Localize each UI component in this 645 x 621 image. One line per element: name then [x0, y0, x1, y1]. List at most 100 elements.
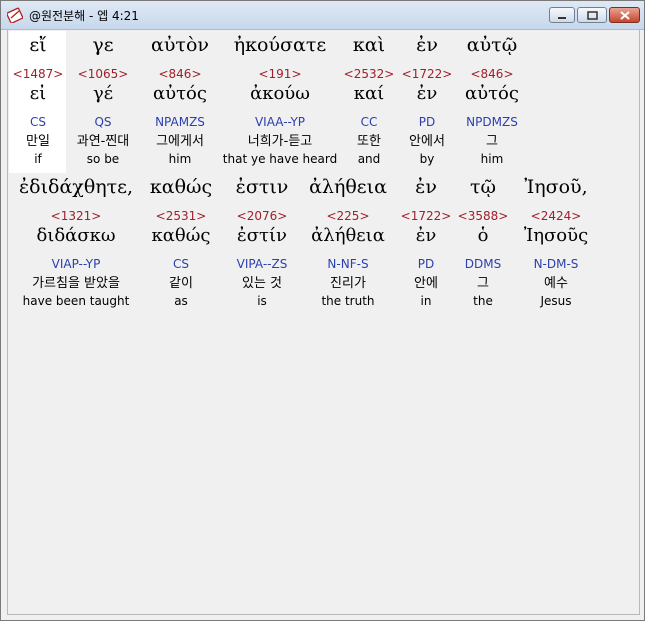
greek-word: ἐν: [415, 176, 437, 198]
lemma: ὁ: [477, 225, 489, 246]
strong-number: <2076>: [236, 209, 288, 223]
word-column[interactable]: ἐδιδάχθητε, <1321> διδάσκω VIAP--YP 가르침을…: [10, 178, 142, 309]
lemma: ἐν: [415, 225, 437, 246]
strong-number: <1487>: [12, 67, 64, 81]
lemma: καί: [353, 83, 385, 104]
title-bar[interactable]: @원전분해 - 엡 4:21: [1, 1, 644, 30]
parsing-code: VIAA--YP: [254, 115, 306, 129]
greek-word: τῷ: [469, 176, 496, 198]
greek-word: ἠκούσατε: [233, 34, 327, 56]
parsing-code: CS: [173, 257, 189, 271]
greek-word: αὐτῷ: [466, 34, 518, 56]
parsing-code: N-DM-S: [533, 257, 579, 271]
word-column[interactable]: καθώς <2531> καθώς CS 같이 as: [146, 178, 216, 309]
greek-word: ἐν: [416, 34, 438, 56]
parsing-code: NPAMZS: [155, 115, 205, 129]
greek-word: ἀλήθεια: [309, 176, 387, 198]
word-column[interactable]: ἐν <1722> ἐν PD 안에 in: [400, 178, 452, 309]
korean-gloss: 가르침을 받았을: [32, 276, 120, 291]
korean-gloss: 있는 것: [241, 276, 282, 291]
parsing-code: CC: [360, 115, 378, 129]
korean-gloss: 그: [486, 134, 498, 149]
maximize-button[interactable]: [577, 7, 607, 23]
english-gloss: have been taught: [22, 294, 130, 308]
word-column[interactable]: Ἰησοῦ, <2424> Ἰησοῦς N-DM-S 예수 Jesus: [516, 178, 596, 309]
window-title: @원전분해 - 엡 4:21: [29, 9, 139, 23]
word-column[interactable]: καὶ <2532> καί CC 또한 and: [342, 36, 396, 167]
greek-word: καθώς: [149, 176, 213, 198]
word-column[interactable]: τῷ <3588> ὁ DDMS 그 the: [456, 178, 510, 309]
english-gloss: and: [357, 152, 381, 166]
english-gloss: if: [34, 152, 42, 166]
english-gloss: that ye have heard: [222, 152, 338, 166]
strong-number: <846>: [470, 67, 514, 81]
english-gloss: by: [419, 152, 435, 166]
strong-number: <225>: [326, 209, 370, 223]
greek-word: ἐστιν: [235, 176, 289, 198]
strong-number: <191>: [258, 67, 302, 81]
parsing-code: PD: [418, 115, 436, 129]
strong-number: <1722>: [401, 67, 453, 81]
strong-number: <1321>: [50, 209, 102, 223]
korean-gloss: 진리가: [330, 276, 366, 291]
word-column[interactable]: ἐστιν <2076> ἐστίν VIPA--ZS 있는 것 is: [220, 178, 304, 309]
parsing-code: DDMS: [464, 257, 502, 271]
lemma: αὐτός: [465, 83, 519, 104]
parsing-code: VIAP--YP: [51, 257, 101, 271]
korean-gloss: 그에게서: [156, 134, 204, 149]
strong-number: <2531>: [155, 209, 207, 223]
greek-word: γε: [92, 34, 114, 56]
strong-number: <1722>: [400, 209, 452, 223]
lemma: Ἰησοῦς: [523, 225, 589, 246]
word-column[interactable]: αὐτὸν <846> αὐτός NPAMZS 그에게서 him: [142, 36, 218, 167]
korean-gloss: 안에서: [409, 134, 445, 149]
lemma: αὐτός: [153, 83, 207, 104]
maximize-icon: [587, 11, 598, 20]
korean-gloss: 안에: [414, 276, 438, 291]
lemma: γέ: [92, 83, 114, 104]
english-gloss: the truth: [321, 294, 375, 308]
lemma: καθώς: [151, 225, 211, 246]
lemma: ἐν: [416, 83, 438, 104]
korean-gloss: 그: [477, 276, 489, 291]
interlinear-pane: εἴ <1487> εἰ CS 만일 if γε <1065> γέ QS 과연…: [7, 29, 640, 615]
greek-word: ἐδιδάχθητε,: [18, 176, 134, 198]
strong-number: <2532>: [343, 67, 395, 81]
korean-gloss: 만일: [26, 134, 50, 149]
parsing-code: NPDMZS: [466, 115, 518, 129]
english-gloss: in: [420, 294, 432, 308]
word-column[interactable]: γε <1065> γέ QS 과연-찐대 so be: [70, 36, 136, 167]
app-window: @원전분해 - 엡 4:21 εἴ <1487> εἰ CS 만일 if γε …: [0, 0, 645, 621]
close-button[interactable]: [609, 7, 640, 23]
korean-gloss: 예수: [544, 276, 568, 291]
english-gloss: is: [257, 294, 267, 308]
word-column[interactable]: ἠκούσατε <191> ἀκούω VIAA--YP 너희가-듣고 tha…: [222, 36, 338, 167]
lemma: ἐστίν: [237, 225, 287, 246]
korean-gloss: 과연-찐대: [76, 134, 130, 149]
parsing-code: VIPA--ZS: [236, 257, 288, 271]
parsing-code: QS: [94, 115, 112, 129]
word-column[interactable]: ἀλήθεια <225> ἀλήθεια N-NF-S 진리가 the tru…: [304, 178, 392, 309]
parsing-code: N-NF-S: [327, 257, 369, 271]
english-gloss: Jesus: [540, 294, 572, 308]
lemma: διδάσκω: [36, 225, 116, 246]
strong-number: <846>: [158, 67, 202, 81]
close-icon: [620, 11, 630, 20]
korean-gloss: 같이: [169, 276, 193, 291]
word-column[interactable]: εἴ <1487> εἰ CS 만일 if: [10, 36, 66, 167]
parsing-code: PD: [417, 257, 435, 271]
english-gloss: him: [480, 152, 504, 166]
parsing-code: CS: [30, 115, 46, 129]
greek-word: αὐτὸν: [151, 34, 209, 56]
greek-word: Ἰησοῦ,: [524, 176, 588, 198]
english-gloss: as: [174, 294, 188, 308]
strong-number: <3588>: [457, 209, 509, 223]
korean-gloss: 또한: [357, 134, 381, 149]
minimize-button[interactable]: [549, 7, 575, 23]
app-icon: [6, 7, 24, 24]
word-column[interactable]: αὐτῷ <846> αὐτός NPDMZS 그 him: [456, 36, 528, 167]
word-column[interactable]: ἐν <1722> ἐν PD 안에서 by: [398, 36, 456, 167]
lemma: εἰ: [29, 83, 47, 104]
greek-word: εἴ: [29, 34, 47, 56]
english-gloss: him: [168, 152, 192, 166]
